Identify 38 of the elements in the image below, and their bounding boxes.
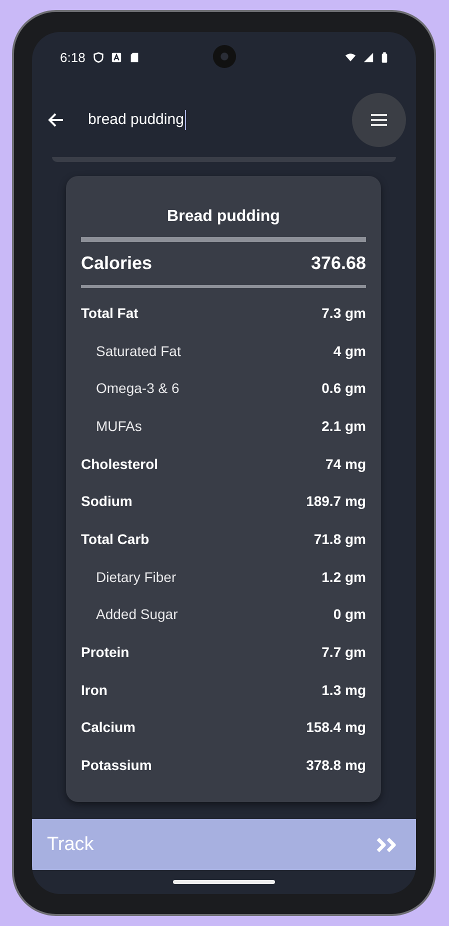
nutrient-name: Sodium — [81, 493, 132, 510]
nutrient-value: 2.1 gm — [322, 418, 366, 434]
nutrient-value: 1.3 mg — [322, 682, 366, 698]
nutrient-value: 7.3 gm — [322, 304, 366, 321]
nutrient-name: Protein — [81, 644, 130, 660]
nutrient-name: Total Carb — [81, 530, 150, 547]
nutrient-value: 378.8 mg — [306, 757, 366, 774]
shield-icon — [93, 52, 104, 62]
nutrient-value: 1.2 gm — [322, 568, 366, 585]
nutrient-name: Dietary Fiber — [95, 568, 176, 585]
nutrient-value: 4 gm — [333, 342, 366, 359]
nutrient-name: Calcium — [81, 719, 136, 736]
search-field[interactable]: bread pudding — [88, 104, 352, 134]
nutrient-value: 0 gm — [333, 606, 366, 622]
sd-card-icon — [129, 52, 140, 62]
nutrient-name: MUFAs — [95, 418, 142, 434]
calories-label: Calories — [81, 253, 152, 274]
wifi-icon — [345, 52, 356, 62]
food-title: Bread pudding — [166, 207, 281, 227]
nutrient-name: Omega-3 & 6 — [95, 380, 180, 396]
nutrient-value: 7.7 gm — [322, 644, 366, 660]
signal-icon — [363, 52, 374, 62]
nutrient-name: Saturated Fat — [95, 342, 181, 359]
nutrient-name: Potassium — [81, 757, 152, 774]
battery-icon — [381, 52, 388, 62]
nutrient-name: Iron — [81, 682, 108, 698]
nutrient-value: 189.7 mg — [306, 493, 366, 510]
nutrient-name: Cholesterol — [81, 456, 158, 472]
nutrient-name: Total Fat — [81, 304, 138, 321]
nutrient-value: 71.8 gm — [314, 530, 366, 547]
nutrient-value: 158.4 mg — [306, 719, 366, 736]
font-icon — [111, 52, 122, 62]
status-time: 6:18 — [60, 50, 86, 64]
calories-value: 376.68 — [310, 253, 366, 274]
nutrient-value: 74 mg — [326, 456, 366, 472]
camera-lens-icon — [212, 44, 237, 69]
nutrient-value: 0.6 gm — [322, 380, 366, 396]
nutrient-name: Added Sugar — [95, 606, 178, 622]
